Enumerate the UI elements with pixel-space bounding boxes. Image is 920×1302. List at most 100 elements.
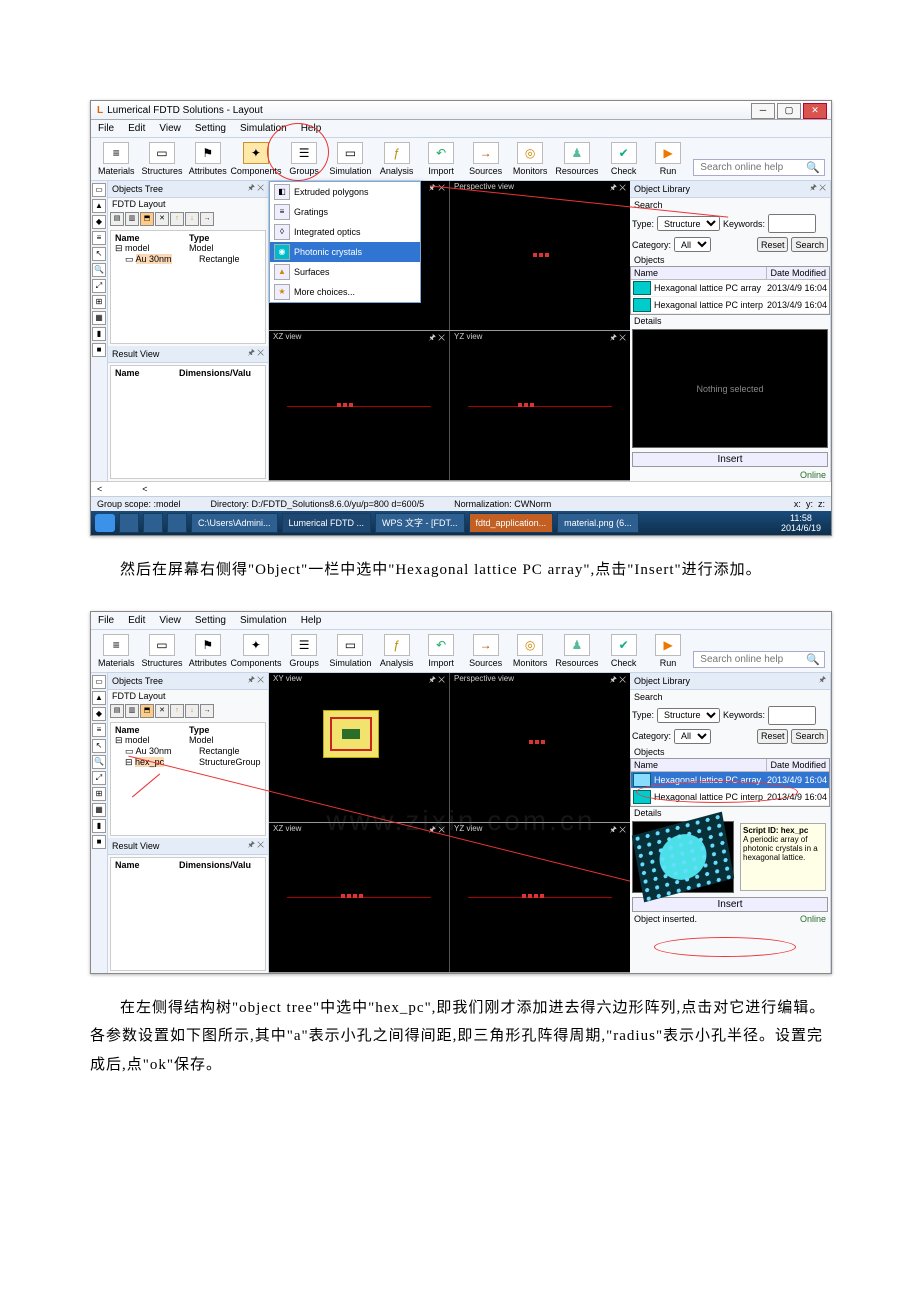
taskbar: C:\Users\Admini... Lumerical FDTD ... WP…: [91, 511, 831, 535]
v-tool[interactable]: ▭: [92, 183, 106, 197]
library-row-hex-interp[interactable]: Hexagonal lattice PC interp2013/4/9 16:0…: [631, 297, 829, 314]
search-help[interactable]: 🔍: [693, 651, 825, 668]
perspective-view[interactable]: Perspective view🖈 ✕: [450, 673, 630, 822]
result-view[interactable]: Name Dimensions/Valu: [110, 365, 266, 479]
library-category-select[interactable]: All: [674, 729, 711, 744]
xz-view[interactable]: XZ view 🖈 ✕: [269, 331, 450, 480]
objects-tree[interactable]: Name Type ⊟ modelModel ▭ Au 30nmRectangl…: [110, 230, 266, 344]
v-tool[interactable]: ⤢: [92, 279, 106, 293]
tb-analysis[interactable]: ƒAnalysis: [377, 142, 415, 176]
v-tool[interactable]: 🔍: [92, 263, 106, 277]
taskbar-item[interactable]: C:\Users\Admini...: [191, 513, 278, 533]
library-search-button[interactable]: Search: [791, 729, 828, 744]
start-button[interactable]: [95, 514, 115, 532]
tb-materials[interactable]: ≡Materials: [97, 634, 135, 668]
yz-view[interactable]: YZ view 🖈 ✕: [450, 331, 630, 480]
menu-edit[interactable]: Edit: [125, 122, 148, 135]
menu-setting[interactable]: Setting: [192, 614, 229, 627]
menu-help[interactable]: Help: [298, 614, 325, 627]
v-tool[interactable]: ▲: [92, 199, 106, 213]
result-view[interactable]: Name Dimensions/Valu: [110, 857, 266, 971]
taskbar-item[interactable]: WPS 文字 - [FDT...: [375, 513, 465, 533]
library-status: Online: [630, 469, 830, 481]
menu-edit[interactable]: Edit: [125, 614, 148, 627]
taskbar-icon[interactable]: [119, 513, 139, 533]
menu-file[interactable]: File: [95, 614, 117, 627]
tb-simulation[interactable]: ▭Simulation: [329, 142, 371, 176]
library-type-select[interactable]: Structure: [657, 216, 720, 231]
v-tool[interactable]: ≡: [92, 231, 106, 245]
search-icon[interactable]: 🔍: [806, 653, 820, 666]
library-insert-button[interactable]: Insert: [632, 452, 828, 467]
tb-attributes[interactable]: ⚑Attributes: [188, 142, 226, 176]
taskbar-item[interactable]: Lumerical FDTD ...: [282, 513, 372, 533]
menu-setting[interactable]: Setting: [192, 122, 229, 135]
library-reset-button[interactable]: Reset: [757, 729, 789, 744]
tb-structures[interactable]: ▭Structures: [141, 634, 182, 668]
tb-import[interactable]: ↶Import: [422, 142, 460, 176]
library-keywords-input[interactable]: [768, 706, 816, 725]
dd-extruded-polygons[interactable]: ◧Extruded polygons: [270, 182, 420, 202]
xy-view[interactable]: 🖈 ✕ ◧Extruded polygons ≡Gratings ◊Integr…: [269, 181, 450, 330]
taskbar-item[interactable]: material.png (6...: [557, 513, 639, 533]
tb-run[interactable]: ▶Run: [649, 634, 687, 668]
library-row-hex-array[interactable]: Hexagonal lattice PC array2013/4/9 16:04: [631, 280, 829, 297]
dd-more-choices[interactable]: ★More choices...: [270, 282, 420, 302]
search-help-input[interactable]: [698, 161, 802, 174]
library-insert-button[interactable]: Insert: [632, 897, 828, 912]
tb-monitors[interactable]: ◎Monitors: [511, 634, 549, 668]
tb-resources[interactable]: ♟Resources: [555, 634, 598, 668]
tb-groups[interactable]: ☰Groups: [285, 634, 323, 668]
tb-analysis[interactable]: ƒAnalysis: [377, 634, 415, 668]
library-category-select[interactable]: All: [674, 237, 711, 252]
v-tool[interactable]: ▦: [92, 311, 106, 325]
menu-file[interactable]: File: [95, 122, 117, 135]
tb-materials[interactable]: ≡Materials: [97, 142, 135, 176]
search-help-input[interactable]: [698, 653, 802, 666]
library-reset-button[interactable]: Reset: [757, 237, 789, 252]
dd-photonic-crystals[interactable]: ◉Photonic crystals: [270, 242, 420, 262]
dd-gratings[interactable]: ≡Gratings: [270, 202, 420, 222]
close-button[interactable]: ✕: [803, 103, 827, 119]
objects-tree-title: Objects Tree🖈 ✕: [108, 181, 268, 198]
xy-view[interactable]: XY view🖈 ✕: [269, 673, 450, 822]
search-icon[interactable]: 🔍: [806, 161, 820, 174]
objects-tree[interactable]: Name Type ⊟ modelModel ▭ Au 30nmRectangl…: [110, 722, 266, 836]
maximize-button[interactable]: ▢: [777, 103, 801, 119]
menu-simulation[interactable]: Simulation: [237, 614, 290, 627]
tb-structures[interactable]: ▭Structures: [141, 142, 182, 176]
taskbar-icon[interactable]: [143, 513, 163, 533]
tb-sources[interactable]: →Sources: [466, 142, 504, 176]
v-tool[interactable]: ↖: [92, 247, 106, 261]
tb-import[interactable]: ↶Import: [422, 634, 460, 668]
v-tool[interactable]: ◆: [92, 215, 106, 229]
dd-integrated-optics[interactable]: ◊Integrated optics: [270, 222, 420, 242]
taskbar-item[interactable]: fdtd_application...: [469, 513, 554, 533]
menu-view[interactable]: View: [156, 122, 184, 135]
tree-row-model[interactable]: ⊟ modelModel: [113, 735, 263, 746]
search-help[interactable]: 🔍: [693, 159, 825, 176]
tb-sources[interactable]: →Sources: [466, 634, 504, 668]
v-tool[interactable]: ▮: [92, 327, 106, 341]
tb-resources[interactable]: ♟Resources: [555, 142, 598, 176]
taskbar-icon[interactable]: [167, 513, 187, 533]
library-search-button[interactable]: Search: [791, 237, 828, 252]
v-tool[interactable]: ■: [92, 343, 106, 357]
dd-surfaces[interactable]: ▲Surfaces: [270, 262, 420, 282]
tb-components[interactable]: ✦Components: [233, 634, 279, 668]
library-type-select[interactable]: Structure: [657, 708, 720, 723]
xz-view[interactable]: XZ view🖈 ✕: [269, 823, 450, 972]
tb-monitors[interactable]: ◎Monitors: [511, 142, 549, 176]
window-titlebar: L Lumerical FDTD Solutions - Layout ─ ▢ …: [91, 101, 831, 120]
tb-run[interactable]: ▶Run: [649, 142, 687, 176]
tb-check[interactable]: ✔Check: [604, 634, 642, 668]
tb-simulation[interactable]: ▭Simulation: [329, 634, 371, 668]
tree-row-au30nm[interactable]: ▭ Au 30nmRectangle: [113, 746, 263, 757]
library-keywords-input[interactable]: [768, 214, 816, 233]
tb-attributes[interactable]: ⚑Attributes: [188, 634, 226, 668]
minimize-button[interactable]: ─: [751, 103, 775, 119]
v-tool[interactable]: ⊞: [92, 295, 106, 309]
menu-view[interactable]: View: [156, 614, 184, 627]
tb-check[interactable]: ✔Check: [604, 142, 642, 176]
yz-view[interactable]: YZ view🖈 ✕: [450, 823, 630, 972]
